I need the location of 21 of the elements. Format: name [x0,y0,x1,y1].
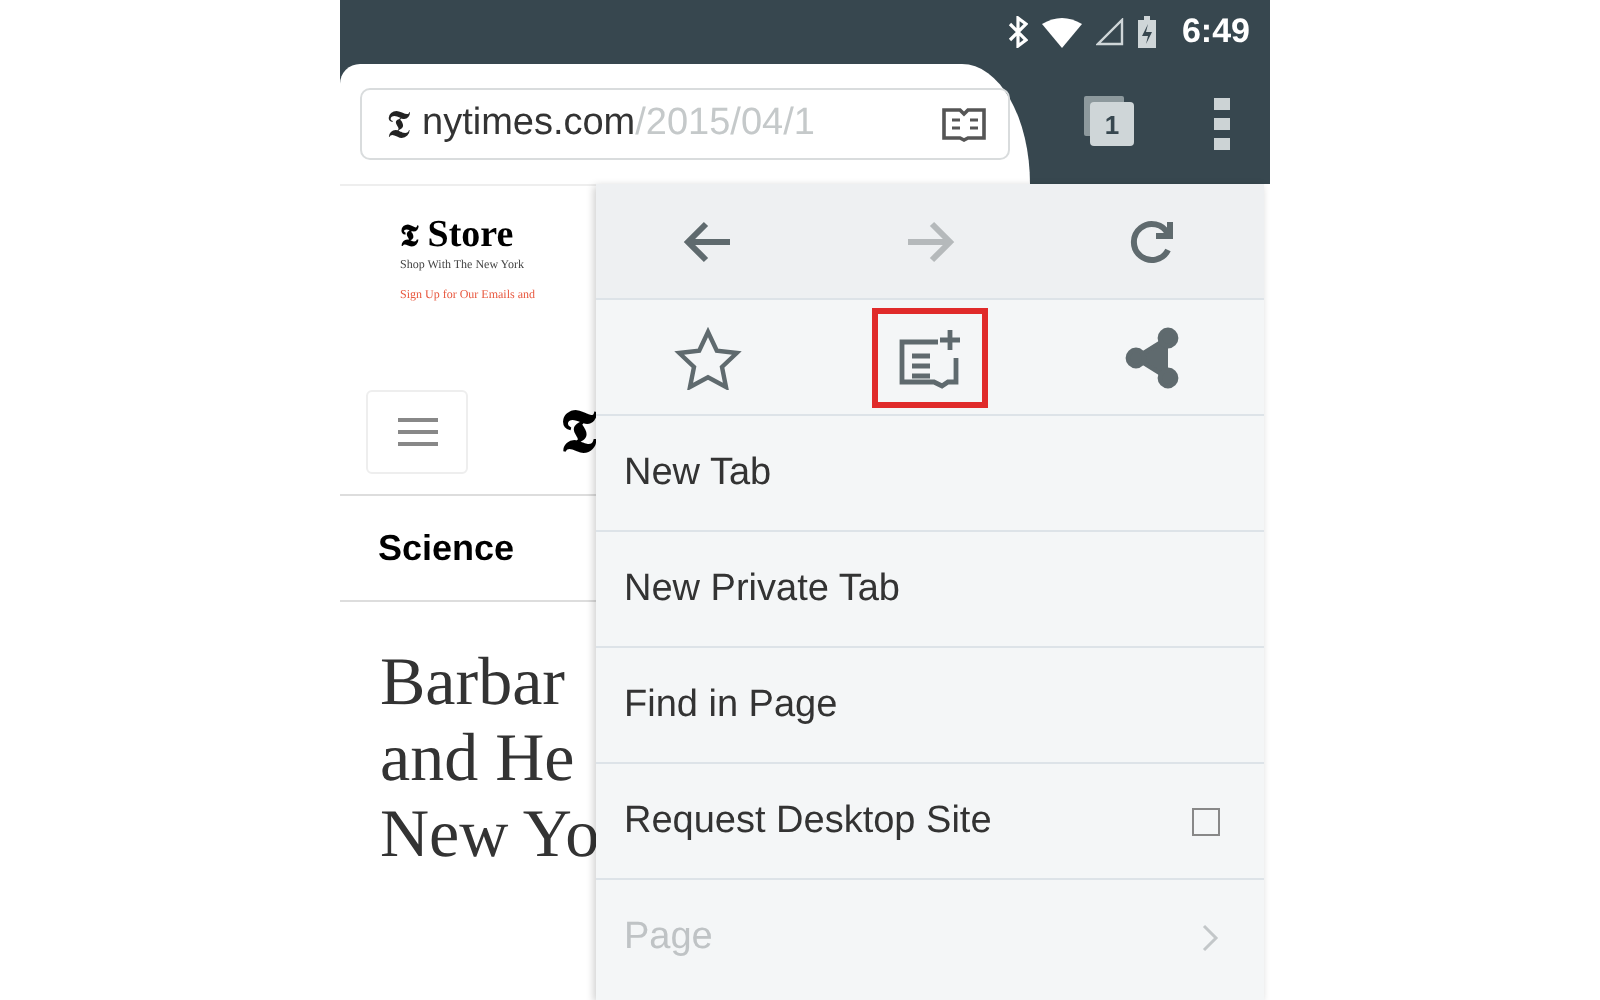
checkbox[interactable] [1192,807,1220,835]
tab-switcher-button[interactable]: 1 [1090,102,1134,146]
site-logo-icon[interactable]: 𝕿 [560,397,596,467]
overflow-menu-icon[interactable] [1214,98,1230,150]
address-field[interactable]: 𝕿 nytimes.com/2015/04/1 [360,88,1010,160]
bluetooth-icon [1007,16,1028,48]
menu-button[interactable] [366,390,468,474]
signal-icon [1095,18,1124,46]
menu-item[interactable]: New Private Tab [596,532,1264,648]
battery-icon [1137,16,1156,48]
wifi-icon [1041,17,1082,47]
status-time: 6:49 [1181,12,1250,52]
site-logo-icon: 𝕿 [386,100,410,148]
store-logo[interactable]: 𝕿 Store [400,214,514,258]
star-icon[interactable] [671,325,744,389]
menu-item[interactable]: Request Desktop Site [596,764,1264,880]
hamburger-icon [397,418,437,446]
menu-item[interactable]: New Tab [596,416,1264,532]
reader-mode-icon[interactable] [940,106,988,142]
chevron-right-icon [1202,924,1220,952]
menu-item[interactable]: Find in Page [596,648,1264,764]
